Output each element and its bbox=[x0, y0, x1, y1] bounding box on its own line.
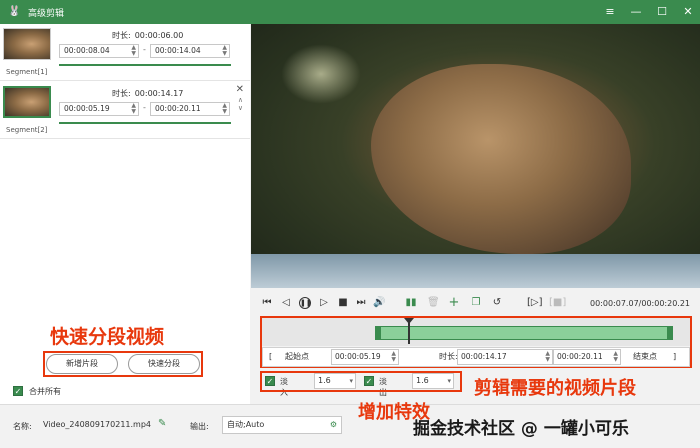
mark-out-icon[interactable]: [■] bbox=[549, 297, 566, 309]
stepper-icon[interactable]: ▲ ▼ bbox=[613, 351, 618, 363]
close-icon[interactable]: ✕ bbox=[682, 6, 694, 18]
video-preview[interactable] bbox=[251, 24, 700, 288]
segment-thumbnail bbox=[3, 86, 51, 118]
segment-start-field[interactable]: 00:00:08.04 ▲ ▼ bbox=[59, 44, 139, 58]
segment-label: Segment[2] bbox=[6, 126, 48, 134]
delete-icon[interactable]: 🗑 bbox=[427, 297, 440, 309]
bracket-left: [ bbox=[269, 352, 273, 361]
undo-icon[interactable]: ↺ bbox=[491, 297, 503, 309]
bracket-right: ] bbox=[673, 352, 677, 361]
duration-field[interactable]: 00:00:14.17 ▲ ▼ bbox=[457, 349, 553, 365]
stepper-icon[interactable]: ▲ ▼ bbox=[391, 351, 396, 363]
stop-icon[interactable]: ■ bbox=[337, 297, 349, 309]
segment-range-bar bbox=[59, 122, 231, 124]
copy-icon[interactable]: ❐ bbox=[470, 297, 482, 309]
end-time-field[interactable]: 00:00:20.11 ▲ ▼ bbox=[553, 349, 621, 365]
annotation-clip-needed: 剪辑需要的视频片段 bbox=[474, 378, 636, 399]
maximize-icon[interactable]: ☐ bbox=[656, 6, 668, 18]
time-readout: 00:00:07.07/00:00:20.21 bbox=[590, 299, 690, 308]
segment-end-field[interactable]: 00:00:20.11 ▲ ▼ bbox=[150, 102, 230, 116]
segment-list-panel: Segment[1] 时长: 00:00:06.00 00:00:08.04 ▲ ▼… bbox=[0, 24, 250, 404]
add-icon[interactable]: + bbox=[448, 296, 460, 309]
edit-icon[interactable]: ✎ bbox=[158, 418, 166, 429]
app-icon: 🐰 bbox=[8, 6, 21, 17]
file-name: Video_240809170211.mp4 bbox=[43, 420, 151, 429]
segment-label: Segment[1] bbox=[6, 68, 48, 76]
footer: 名称: Video_240809170211.mp4 ✎ 输出: 自动;Auto… bbox=[0, 404, 700, 448]
segment-item[interactable]: Segment[2] 时长: 00:00:14.17 00:00:05.19 ▲ ▼… bbox=[0, 82, 250, 139]
trim-row: [ 起始点 00:00:05.19 ▲ ▼ 时长: 00:00:14.17 ▲ ▼ … bbox=[262, 347, 690, 367]
segment-range-bar bbox=[59, 64, 231, 66]
move-down-icon[interactable]: ∨ bbox=[238, 104, 243, 112]
stepper-icon[interactable]: ▲ ▼ bbox=[222, 45, 227, 57]
output-label: 输出: bbox=[190, 422, 209, 431]
window-title: 高级剪辑 bbox=[28, 8, 65, 19]
annotation-quick-split: 快速分段视频 bbox=[50, 326, 165, 348]
stepper-icon[interactable]: ▲ ▼ bbox=[131, 45, 136, 57]
mark-in-icon[interactable]: [▷] bbox=[527, 297, 543, 309]
name-label: 名称: bbox=[13, 422, 32, 431]
segment-end-field[interactable]: 00:00:14.04 ▲ ▼ bbox=[150, 44, 230, 58]
merge-all-label: 合并所有 bbox=[29, 387, 61, 396]
minimize-icon[interactable]: — bbox=[630, 6, 642, 18]
start-time-field[interactable]: 00:00:05.19 ▲ ▼ bbox=[331, 349, 399, 365]
watermark: 掘金技术社区 @ 一罐小可乐 bbox=[413, 419, 629, 439]
range-dash: - bbox=[143, 45, 146, 54]
set-start-button[interactable]: 起始点 bbox=[285, 348, 309, 366]
volume-icon[interactable]: 🔊 bbox=[373, 297, 385, 309]
segment-duration: 时长: 00:00:14.17 bbox=[112, 89, 184, 98]
step-back-icon[interactable]: ◁ bbox=[280, 297, 292, 309]
split-icon[interactable]: ▮▮ bbox=[405, 297, 417, 309]
step-forward-icon[interactable]: ▷ bbox=[318, 297, 330, 309]
stepper-icon[interactable]: ▲ ▼ bbox=[131, 103, 136, 115]
quick-split-button[interactable]: 快速分段 bbox=[128, 354, 200, 374]
stepper-icon[interactable]: ▲ ▼ bbox=[222, 103, 227, 115]
merge-all-checkbox[interactable]: ✓ bbox=[13, 386, 23, 396]
skip-to-end-icon[interactable]: ⏭ bbox=[355, 297, 367, 309]
close-icon[interactable]: ✕ bbox=[236, 84, 244, 95]
move-up-icon[interactable]: ∧ bbox=[238, 96, 243, 104]
title-bar: 🐰 高级剪辑 ≡ — ☐ ✕ bbox=[0, 0, 700, 24]
annotation-add-effects: 增加特效 bbox=[358, 402, 430, 423]
gear-icon: ⚙ bbox=[329, 420, 337, 429]
output-select[interactable]: 自动;Auto ⚙ bbox=[222, 416, 342, 434]
player-controls: ⏮ ◁ ❚❚ ▷ ■ ⏭ 🔊 ▮▮ 🗑 + ❐ ↺ [▷] [■] 00:00:… bbox=[251, 288, 700, 318]
duration-label: 时长: bbox=[439, 352, 458, 361]
range-dash: - bbox=[143, 103, 146, 112]
menu-icon[interactable]: ≡ bbox=[604, 6, 616, 18]
segment-duration: 时长: 00:00:06.00 bbox=[112, 31, 184, 40]
skip-to-start-icon[interactable]: ⏮ bbox=[261, 297, 273, 309]
annotation-box bbox=[260, 371, 462, 392]
stepper-icon[interactable]: ▲ ▼ bbox=[545, 351, 550, 363]
add-segment-button[interactable]: 新增片段 bbox=[46, 354, 118, 374]
set-end-button[interactable]: 结束点 bbox=[633, 348, 657, 366]
pause-icon[interactable]: ❚❚ bbox=[299, 297, 312, 309]
segment-item[interactable]: Segment[1] 时长: 00:00:06.00 00:00:08.04 ▲ ▼… bbox=[0, 24, 250, 81]
segment-thumbnail bbox=[3, 28, 51, 60]
segment-start-field[interactable]: 00:00:05.19 ▲ ▼ bbox=[59, 102, 139, 116]
